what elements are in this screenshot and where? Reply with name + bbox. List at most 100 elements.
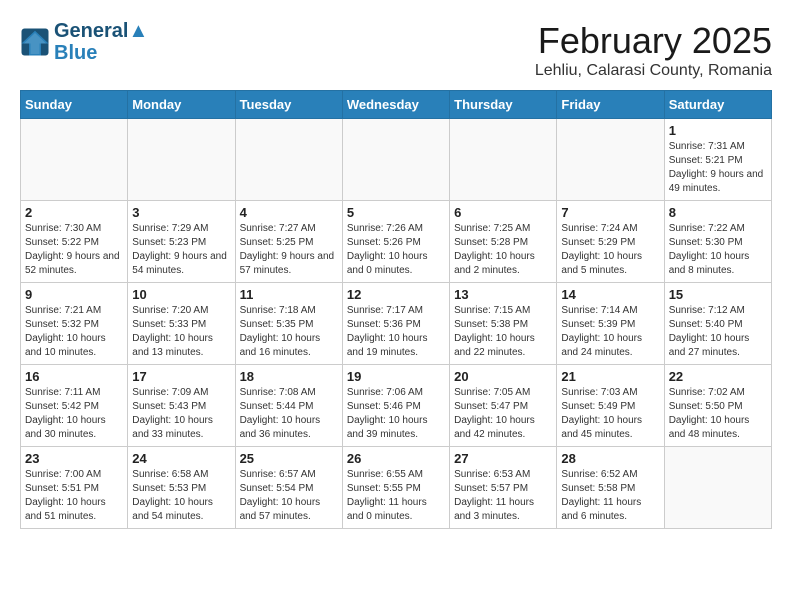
weekday-header: Sunday — [21, 91, 128, 119]
day-number: 16 — [25, 369, 123, 384]
calendar-day-cell: 19Sunrise: 7:06 AM Sunset: 5:46 PM Dayli… — [342, 365, 449, 447]
day-number: 1 — [669, 123, 767, 138]
day-number: 3 — [132, 205, 230, 220]
day-detail: Sunrise: 7:15 AM Sunset: 5:38 PM Dayligh… — [454, 304, 552, 360]
day-detail: Sunrise: 7:08 AM Sunset: 5:44 PM Dayligh… — [240, 386, 338, 442]
day-number: 22 — [669, 369, 767, 384]
day-number: 7 — [561, 205, 659, 220]
day-detail: Sunrise: 7:05 AM Sunset: 5:47 PM Dayligh… — [454, 386, 552, 442]
logo-text: General▲ Blue — [54, 20, 148, 64]
day-number: 13 — [454, 287, 552, 302]
calendar-day-cell: 27 Sunrise: 6:53 AM Sunset: 5:57 PM Dayli… — [450, 447, 557, 529]
day-detail: Sunrise: 7:03 AM Sunset: 5:49 PM Dayligh… — [561, 386, 659, 442]
calendar-day-cell: 8Sunrise: 7:22 AM Sunset: 5:30 PM Daylig… — [664, 201, 771, 283]
calendar-day-cell: 26 Sunrise: 6:55 AM Sunset: 5:55 PM Dayli… — [342, 447, 449, 529]
day-detail: Sunrise: 7:27 AM Sunset: 5:25 PM Dayligh… — [240, 222, 338, 278]
calendar-table: SundayMondayTuesdayWednesdayThursdayFrid… — [20, 90, 772, 529]
day-number: 23 — [25, 451, 123, 466]
day-detail: Sunrise: 7:00 AM Sunset: 5:51 PM Dayligh… — [25, 468, 123, 524]
calendar-day-cell: 17 Sunrise: 7:09 AM Sunset: 5:43 PM Dayli… — [128, 365, 235, 447]
calendar-day-cell: 4 Sunrise: 7:27 AM Sunset: 5:25 PM Daylig… — [235, 201, 342, 283]
day-number: 2 — [25, 205, 123, 220]
day-number: 15 — [669, 287, 767, 302]
day-detail: Sunrise: 7:26 AM Sunset: 5:26 PM Dayligh… — [347, 222, 445, 278]
calendar-day-cell: 22 Sunrise: 7:02 AM Sunset: 5:50 PM Dayli… — [664, 365, 771, 447]
page-header: General▲ Blue February 2025 Lehliu, Cala… — [20, 20, 772, 80]
calendar-day-cell: 24Sunrise: 6:58 AM Sunset: 5:53 PM Dayli… — [128, 447, 235, 529]
month-title: February 2025 — [535, 20, 772, 62]
calendar-day-cell: 1 Sunrise: 7:31 AM Sunset: 5:21 PM Daylig… — [664, 119, 771, 201]
day-detail: Sunrise: 6:57 AM Sunset: 5:54 PM Dayligh… — [240, 468, 338, 524]
logo: General▲ Blue — [20, 20, 148, 64]
day-number: 10 — [132, 287, 230, 302]
calendar-week-row: 9 Sunrise: 7:21 AM Sunset: 5:32 PM Daylig… — [21, 283, 772, 365]
day-detail: Sunrise: 7:21 AM Sunset: 5:32 PM Dayligh… — [25, 304, 123, 360]
calendar-day-cell — [128, 119, 235, 201]
day-detail: Sunrise: 6:52 AM Sunset: 5:58 PM Dayligh… — [561, 468, 659, 524]
weekday-header: Wednesday — [342, 91, 449, 119]
day-detail: Sunrise: 7:20 AM Sunset: 5:33 PM Dayligh… — [132, 304, 230, 360]
day-detail: Sunrise: 7:14 AM Sunset: 5:39 PM Dayligh… — [561, 304, 659, 360]
day-detail: Sunrise: 7:25 AM Sunset: 5:28 PM Dayligh… — [454, 222, 552, 278]
day-detail: Sunrise: 7:09 AM Sunset: 5:43 PM Dayligh… — [132, 386, 230, 442]
weekday-header: Friday — [557, 91, 664, 119]
day-number: 25 — [240, 451, 338, 466]
calendar-day-cell: 25 Sunrise: 6:57 AM Sunset: 5:54 PM Dayli… — [235, 447, 342, 529]
day-detail: Sunrise: 7:06 AM Sunset: 5:46 PM Dayligh… — [347, 386, 445, 442]
day-number: 27 — [454, 451, 552, 466]
calendar-day-cell: 2 Sunrise: 7:30 AM Sunset: 5:22 PM Daylig… — [21, 201, 128, 283]
calendar-day-cell: 10 Sunrise: 7:20 AM Sunset: 5:33 PM Dayli… — [128, 283, 235, 365]
calendar-week-row: 23 Sunrise: 7:00 AM Sunset: 5:51 PM Dayli… — [21, 447, 772, 529]
calendar-day-cell: 20 Sunrise: 7:05 AM Sunset: 5:47 PM Dayli… — [450, 365, 557, 447]
day-number: 17 — [132, 369, 230, 384]
weekday-header: Thursday — [450, 91, 557, 119]
logo-icon — [20, 27, 50, 57]
calendar-day-cell: 28 Sunrise: 6:52 AM Sunset: 5:58 PM Dayli… — [557, 447, 664, 529]
location-title: Lehliu, Calarasi County, Romania — [535, 62, 772, 80]
calendar-day-cell — [450, 119, 557, 201]
day-number: 18 — [240, 369, 338, 384]
day-number: 20 — [454, 369, 552, 384]
day-detail: Sunrise: 7:11 AM Sunset: 5:42 PM Dayligh… — [25, 386, 123, 442]
day-number: 4 — [240, 205, 338, 220]
calendar-day-cell: 15 Sunrise: 7:12 AM Sunset: 5:40 PM Dayli… — [664, 283, 771, 365]
calendar-day-cell: 6 Sunrise: 7:25 AM Sunset: 5:28 PM Daylig… — [450, 201, 557, 283]
day-detail: Sunrise: 7:29 AM Sunset: 5:23 PM Dayligh… — [132, 222, 230, 278]
calendar-week-row: 16 Sunrise: 7:11 AM Sunset: 5:42 PM Dayli… — [21, 365, 772, 447]
day-detail: Sunrise: 7:30 AM Sunset: 5:22 PM Dayligh… — [25, 222, 123, 278]
calendar-day-cell: 13 Sunrise: 7:15 AM Sunset: 5:38 PM Dayli… — [450, 283, 557, 365]
day-number: 14 — [561, 287, 659, 302]
day-detail: Sunrise: 7:17 AM Sunset: 5:36 PM Dayligh… — [347, 304, 445, 360]
calendar-day-cell: 5 Sunrise: 7:26 AM Sunset: 5:26 PM Daylig… — [342, 201, 449, 283]
calendar-week-row: 2 Sunrise: 7:30 AM Sunset: 5:22 PM Daylig… — [21, 201, 772, 283]
calendar-day-cell — [664, 447, 771, 529]
calendar-day-cell: 7 Sunrise: 7:24 AM Sunset: 5:29 PM Daylig… — [557, 201, 664, 283]
calendar-day-cell — [235, 119, 342, 201]
day-number: 11 — [240, 287, 338, 302]
day-number: 12 — [347, 287, 445, 302]
calendar-day-cell: 3 Sunrise: 7:29 AM Sunset: 5:23 PM Daylig… — [128, 201, 235, 283]
day-number: 26 — [347, 451, 445, 466]
weekday-header: Tuesday — [235, 91, 342, 119]
day-detail: Sunrise: 7:18 AM Sunset: 5:35 PM Dayligh… — [240, 304, 338, 360]
calendar-day-cell: 18 Sunrise: 7:08 AM Sunset: 5:44 PM Dayli… — [235, 365, 342, 447]
day-number: 5 — [347, 205, 445, 220]
calendar-day-cell: 16 Sunrise: 7:11 AM Sunset: 5:42 PM Dayli… — [21, 365, 128, 447]
weekday-header: Saturday — [664, 91, 771, 119]
day-number: 6 — [454, 205, 552, 220]
day-detail: Sunrise: 7:12 AM Sunset: 5:40 PM Dayligh… — [669, 304, 767, 360]
calendar-day-cell: 23 Sunrise: 7:00 AM Sunset: 5:51 PM Dayli… — [21, 447, 128, 529]
day-number: 28 — [561, 451, 659, 466]
calendar-day-cell — [342, 119, 449, 201]
day-number: 9 — [25, 287, 123, 302]
calendar-week-row: 1 Sunrise: 7:31 AM Sunset: 5:21 PM Daylig… — [21, 119, 772, 201]
day-detail: Sunrise: 6:55 AM Sunset: 5:55 PM Dayligh… — [347, 468, 445, 524]
day-detail: Sunrise: 7:02 AM Sunset: 5:50 PM Dayligh… — [669, 386, 767, 442]
day-detail: Sunrise: 6:58 AM Sunset: 5:53 PM Dayligh… — [132, 468, 230, 524]
day-number: 8 — [669, 205, 767, 220]
day-number: 21 — [561, 369, 659, 384]
title-area: February 2025 Lehliu, Calarasi County, R… — [535, 20, 772, 80]
day-detail: Sunrise: 7:24 AM Sunset: 5:29 PM Dayligh… — [561, 222, 659, 278]
day-detail: Sunrise: 7:31 AM Sunset: 5:21 PM Dayligh… — [669, 140, 767, 196]
day-detail: Sunrise: 6:53 AM Sunset: 5:57 PM Dayligh… — [454, 468, 552, 524]
